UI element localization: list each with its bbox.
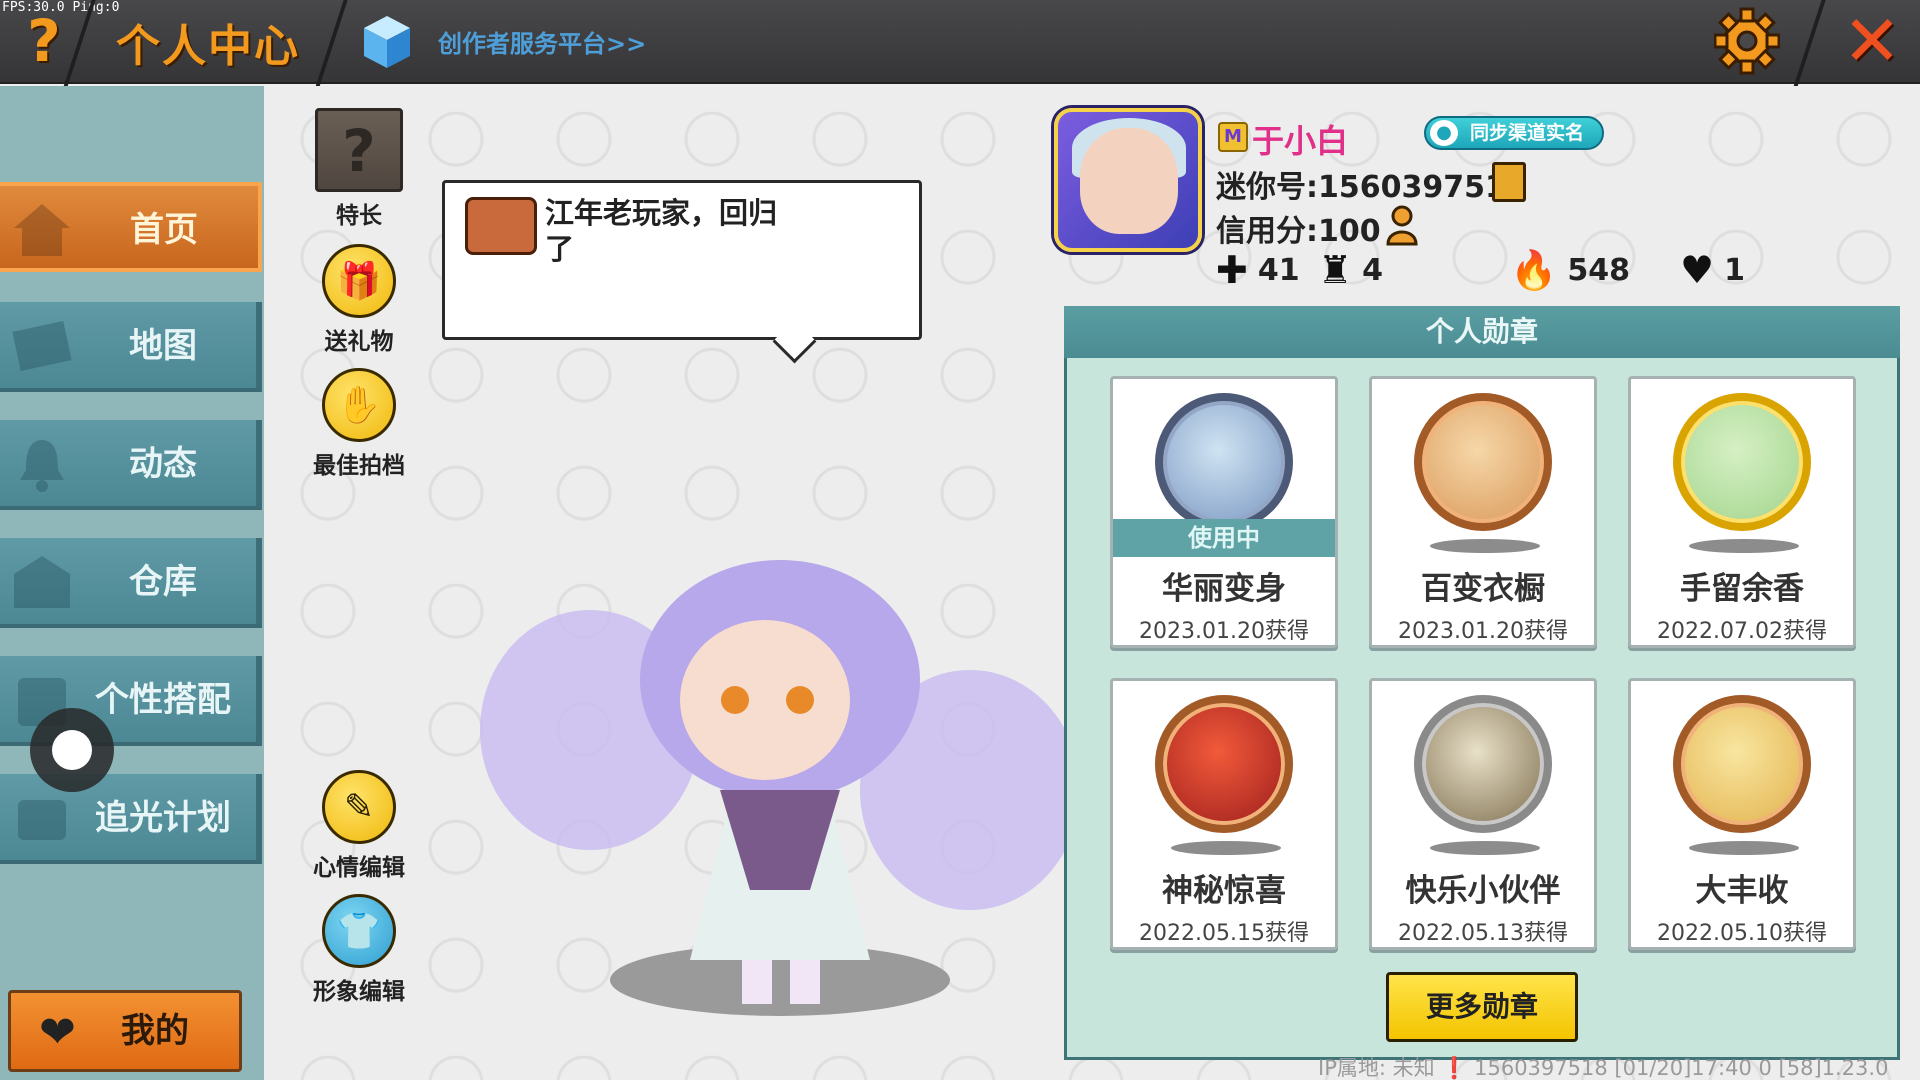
medal-icon [1673, 393, 1811, 531]
close-icon: ✕ [1842, 0, 1902, 82]
stat-likes: ♥ 1 [1680, 248, 1745, 292]
vip-icon: M [1218, 122, 1248, 152]
heart-icon: ❤ [39, 1007, 76, 1058]
edit-icon: ✎ [322, 770, 396, 844]
sidebar-item-label: 动态 [129, 444, 197, 484]
house-icon [14, 204, 70, 256]
medal-card[interactable]: 手留余香 2022.07.02获得 [1628, 376, 1856, 648]
gift-label: 送礼物 [324, 329, 394, 355]
medal-name: 华丽变身 [1162, 571, 1286, 607]
stat-friends: ✚ 41 [1216, 248, 1300, 292]
sidebar-item-activity[interactable]: 动态 [0, 420, 262, 510]
page-title: 个人中心 [116, 21, 300, 72]
stat-value: 1 [1724, 252, 1745, 288]
medal-card[interactable]: 百变衣橱 2023.01.20获得 [1369, 376, 1597, 648]
warehouse-icon [14, 556, 70, 608]
medal-panel-title: 个人勋章 [1064, 306, 1900, 358]
sidebar-item-home[interactable]: 首页 [0, 182, 262, 272]
sidebar-item-map[interactable]: 地图 [0, 302, 262, 392]
medal-card[interactable]: 大丰收 2022.05.10获得 [1628, 678, 1856, 950]
stat-value: 4 [1362, 252, 1383, 288]
medal-name: 百变衣橱 [1421, 571, 1545, 607]
in-use-label: 使用中 [1113, 519, 1335, 557]
user-icon: ● [1430, 120, 1458, 146]
partner-button[interactable]: ✋ 最佳拍档 [304, 368, 414, 480]
add-friend-icon: ✚ [1216, 248, 1248, 292]
medal-date: 2022.05.13获得 [1398, 921, 1568, 946]
sidebar-item-label: 仓库 [129, 562, 197, 602]
more-medals-button[interactable]: 更多勋章 [1386, 972, 1578, 1042]
sidebar-item-label: 地图 [129, 326, 197, 366]
stat-value: 41 [1257, 252, 1300, 288]
medal-icon [1673, 695, 1811, 833]
stat-value: 548 [1567, 252, 1630, 288]
medal-name: 快乐小伙伴 [1405, 873, 1561, 909]
medal-name: 手留余香 [1680, 571, 1804, 607]
question-mark-icon: ? [27, 7, 61, 75]
stat-fans: ♜ 4 [1318, 248, 1383, 292]
question-box-icon: ? [315, 108, 403, 192]
gear-icon[interactable] [1714, 4, 1780, 78]
copy-icon[interactable] [1492, 162, 1526, 202]
medal-icon [1414, 695, 1552, 833]
map-icon [12, 321, 72, 371]
medal-icon [1155, 695, 1293, 833]
username: 于小白 [1252, 122, 1349, 160]
medal-icon [1414, 393, 1552, 531]
image-edit-label: 形象编辑 [313, 979, 405, 1005]
heart-icon: ♥ [1680, 248, 1715, 292]
avatar[interactable] [1054, 108, 1202, 252]
sidebar-item-label: 追光计划 [95, 798, 231, 838]
sidebar-item-label: 首页 [130, 210, 198, 250]
mine-button-label: 我的 [121, 1011, 189, 1051]
medal-name: 大丰收 [1695, 873, 1789, 909]
shirt-icon: 👕 [322, 894, 396, 968]
mood-edit-label: 心情编辑 [313, 855, 405, 881]
fans-icon: ♜ [1318, 248, 1353, 292]
medal-date: 2023.01.20获得 [1139, 619, 1309, 644]
floating-ball[interactable] [30, 708, 114, 792]
mood-edit-button[interactable]: ✎ 心情编辑 [304, 770, 414, 882]
stat-popularity: 🔥 548 [1510, 248, 1630, 292]
cube-icon [364, 16, 410, 68]
bubble-text: 江年老玩家，回归了 [545, 196, 778, 266]
medal-date: 2022.05.15获得 [1139, 921, 1309, 946]
sync-badge-label: 同步渠道实名 [1470, 122, 1585, 144]
medal-card[interactable]: 使用中 华丽变身 2023.01.20获得 [1110, 376, 1338, 648]
medal-icon [1155, 393, 1293, 531]
image-edit-button[interactable]: 👕 形象编辑 [304, 894, 414, 1006]
bell-icon [20, 440, 64, 492]
handshake-icon: ✋ [322, 368, 396, 442]
plan-icon [18, 800, 66, 840]
sync-realname-badge[interactable]: ● 同步渠道实名 [1424, 116, 1604, 150]
skill-label: 特长 [336, 203, 382, 229]
skill-button[interactable]: ? 特长 [304, 108, 414, 230]
gift-button[interactable]: 🎁 送礼物 [304, 244, 414, 356]
medal-date: 2022.05.10获得 [1657, 921, 1827, 946]
flame-icon: 🔥 [1510, 247, 1558, 292]
partner-label: 最佳拍档 [313, 453, 405, 479]
mini-id: 迷你号:1560397518 [1216, 170, 1527, 205]
creator-platform-link[interactable]: 创作者服务平台>> [438, 24, 646, 59]
close-button[interactable]: ✕ [1838, 4, 1906, 78]
medal-date: 2022.07.02获得 [1657, 619, 1827, 644]
sidebar-item-plan[interactable]: 追光计划 [0, 774, 262, 864]
medal-card[interactable]: 快乐小伙伴 2022.05.13获得 [1369, 678, 1597, 950]
person-icon[interactable] [1384, 204, 1426, 248]
help-button[interactable]: ? [14, 6, 74, 76]
medal-card[interactable]: 神秘惊喜 2022.05.15获得 [1110, 678, 1338, 950]
credit-score: 信用分:100 [1216, 214, 1381, 249]
sidebar-item-warehouse[interactable]: 仓库 [0, 538, 262, 628]
mascot-icon [465, 197, 537, 255]
speech-bubble: 江年老玩家，回归了 [442, 180, 922, 340]
mine-button[interactable]: ❤ 我的 [8, 990, 242, 1072]
gift-icon: 🎁 [322, 244, 396, 318]
medal-date: 2023.01.20获得 [1398, 619, 1568, 644]
player-character[interactable] [480, 560, 1080, 1030]
footer-info: IP属地: 未知 ❗ 1560397518 [01/20]17:40 0 [58… [1318, 1056, 1889, 1080]
medal-name: 神秘惊喜 [1162, 873, 1286, 909]
